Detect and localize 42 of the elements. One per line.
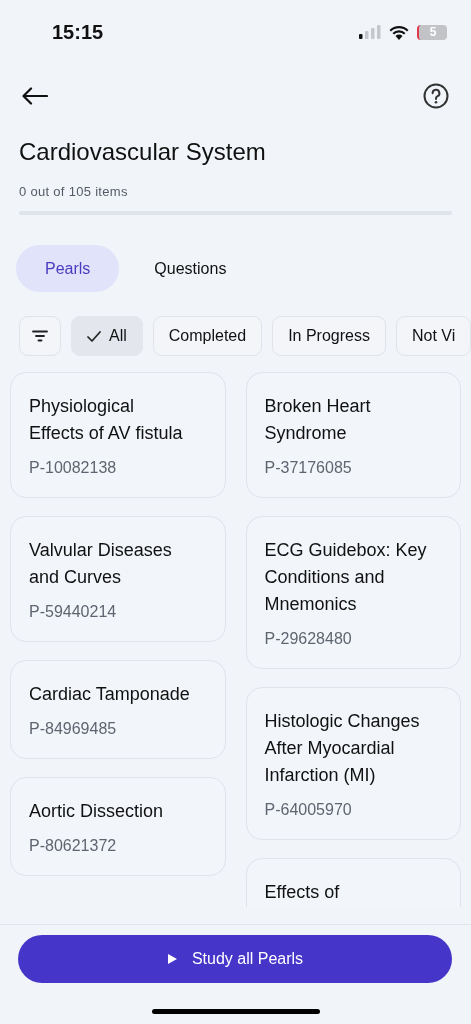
back-button[interactable] [22, 87, 48, 105]
tab[interactable]: Pearls [16, 245, 120, 292]
pearl-card[interactable]: ECG Guidebox: Key Conditions and Mnemonics P-29628480 [245, 516, 461, 669]
check-icon [87, 330, 101, 342]
pearl-title: Effects of [264, 881, 341, 904]
pearl-title: Broken Heart Syndrome [264, 395, 372, 445]
pearl-code: P-84969485 [29, 720, 118, 738]
filter-button[interactable] [19, 316, 61, 356]
pearl-code: P-59440214 [29, 603, 118, 621]
pearl-card[interactable]: Histologic Changes After Myocardial Infarction (MI) P-64005970 [245, 687, 461, 840]
progress-text: 0 out of 105 items [19, 184, 129, 199]
pearl-card[interactable]: Effects of [245, 858, 461, 907]
pearl-title: ECG Guidebox: Key Conditions and Mnemonics [264, 539, 428, 616]
pearl-code: P-37176085 [264, 459, 353, 477]
page-title: Cardiovascular System [19, 138, 267, 166]
help-button[interactable] [423, 83, 449, 109]
pearl-title: Aortic Dissection [29, 800, 165, 823]
battery-icon: 5 [417, 24, 447, 40]
filter-chip[interactable]: In Progress [272, 316, 386, 356]
pearl-title: Cardiac Tamponade [29, 683, 191, 706]
filter-icon [32, 330, 48, 342]
pearl-card[interactable]: Aortic Dissection P-80621372 [10, 777, 226, 876]
study-button[interactable]: Study all Pearls [18, 935, 452, 983]
filter-chip[interactable]: Not Vi [395, 316, 471, 356]
status-time: 15:15 [52, 20, 104, 44]
pearl-code: P-10082138 [29, 459, 118, 477]
filter-chip[interactable]: All [71, 316, 143, 356]
pearl-title: Physiological Effects of AV fistula [29, 395, 184, 445]
pearl-title: Histologic Changes After Myocardial Infarction (MI) [264, 710, 421, 787]
pearl-card[interactable]: Valvular Diseases and Curves P-59440214 [10, 516, 226, 642]
pearl-title: Valvular Diseases and Curves [29, 539, 173, 589]
play-icon [166, 953, 178, 965]
pearl-code: P-80621372 [29, 837, 118, 855]
tab[interactable]: Questions [125, 245, 256, 292]
filter-chip[interactable]: Completed [152, 316, 263, 356]
signal-icon [359, 25, 381, 39]
pearl-card[interactable]: Broken Heart Syndrome P-37176085 [245, 372, 461, 498]
pearl-code: P-64005970 [264, 801, 353, 819]
pearl-code: P-29628480 [264, 630, 353, 648]
wifi-icon [389, 24, 409, 40]
pearl-card[interactable]: Cardiac Tamponade P-84969485 [10, 660, 226, 759]
pearl-card[interactable]: Physiological Effects of AV fistula P-10082138 [10, 372, 226, 498]
